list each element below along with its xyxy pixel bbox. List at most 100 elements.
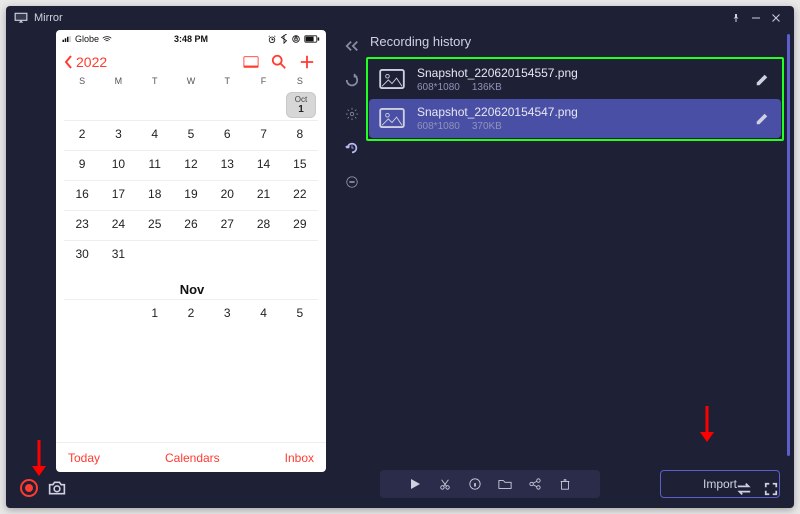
folder-button[interactable] — [497, 476, 513, 492]
phone-carrier: Globe — [75, 34, 99, 44]
minimize-button[interactable] — [746, 8, 766, 28]
weekday-row: SMTWTFS — [56, 76, 326, 90]
calendar-cell[interactable]: 5 — [173, 120, 209, 150]
calendar-cell[interactable]: 11 — [137, 150, 173, 180]
battery-icon — [304, 35, 320, 43]
calendar-cell[interactable]: 13 — [209, 150, 245, 180]
scrollbar[interactable] — [787, 34, 790, 456]
month-label-nov: Nov — [64, 278, 318, 299]
calendar-cell[interactable]: 27 — [209, 210, 245, 240]
calendar-cell[interactable]: 16 — [64, 180, 100, 210]
image-icon — [379, 69, 407, 91]
recording-filename: Snapshot_220620154547.png — [417, 105, 745, 119]
right-sidepanel — [338, 30, 366, 500]
recording-info: 608*1080136KB — [417, 82, 745, 93]
collapse-icon[interactable] — [342, 36, 362, 56]
app-logo-icon — [14, 12, 28, 24]
today-button[interactable]: Today — [68, 451, 100, 465]
calendar-cell[interactable]: 30 — [64, 240, 100, 270]
calendar-cell[interactable] — [173, 240, 209, 270]
month-chip-oct: Oct1 — [286, 92, 316, 118]
titlebar: Mirror — [6, 6, 794, 30]
inbox-button[interactable]: Inbox — [285, 451, 314, 465]
calendar-cell[interactable]: 15 — [282, 150, 318, 180]
calendar-cell[interactable]: 22 — [282, 180, 318, 210]
calendar-cell[interactable]: 25 — [137, 210, 173, 240]
mirror-toolbar — [16, 472, 326, 500]
history-icon[interactable] — [342, 138, 362, 158]
calendar-cell[interactable]: 21 — [245, 180, 281, 210]
recording-history-title: Recording history — [366, 30, 784, 57]
remove-icon[interactable] — [342, 172, 362, 192]
edit-icon[interactable] — [755, 73, 771, 87]
calendar-cell[interactable]: 19 — [173, 180, 209, 210]
close-button[interactable] — [766, 8, 786, 28]
calendar-cell[interactable]: 4 — [137, 120, 173, 150]
info-button[interactable] — [467, 476, 483, 492]
phone-screen: Globe 3:48 PM 2022 — [56, 30, 326, 472]
fullscreen-icon[interactable] — [764, 482, 782, 500]
calendar-header: 2022 — [56, 48, 326, 76]
play-button[interactable] — [407, 476, 423, 492]
calendar-cell[interactable]: 20 — [209, 180, 245, 210]
cut-button[interactable] — [437, 476, 453, 492]
calendar-cell[interactable]: 29 — [282, 210, 318, 240]
calendar-cell[interactable]: 3 — [209, 299, 245, 329]
calendar-body[interactable]: Oct1 23456789101112131415161718192021222… — [56, 90, 326, 442]
calendar-cell[interactable]: 31 — [100, 240, 136, 270]
action-bar — [380, 470, 600, 498]
image-icon — [379, 108, 407, 130]
add-icon[interactable] — [296, 51, 318, 73]
calendar-cell[interactable]: 24 — [100, 210, 136, 240]
calendar-footer: Today Calendars Inbox — [56, 442, 326, 472]
recording-item[interactable]: Snapshot_220620154557.png 608*1080136KB — [369, 60, 781, 99]
settings-icon[interactable] — [342, 104, 362, 124]
calendar-cell[interactable] — [245, 240, 281, 270]
alarm-icon — [267, 35, 277, 43]
calendar-cell[interactable]: 14 — [245, 150, 281, 180]
share-button[interactable] — [527, 476, 543, 492]
recording-info: 608*1080370KB — [417, 121, 745, 132]
calendar-cell[interactable] — [137, 240, 173, 270]
search-icon[interactable] — [268, 51, 290, 73]
calendar-cell[interactable]: 12 — [173, 150, 209, 180]
calendar-cell[interactable] — [100, 299, 136, 329]
recording-item[interactable]: Snapshot_220620154547.png 608*1080370KB — [369, 99, 781, 138]
calendar-cell[interactable]: 28 — [245, 210, 281, 240]
calendars-button[interactable]: Calendars — [165, 451, 220, 465]
annotation-highlight: Snapshot_220620154557.png 608*1080136KB … — [366, 57, 784, 141]
calendar-cell[interactable] — [282, 240, 318, 270]
calendar-cell[interactable]: 10 — [100, 150, 136, 180]
calendar-cell[interactable]: 7 — [245, 120, 281, 150]
recording-history-panel: Recording history Snapshot_220620154557.… — [366, 30, 784, 500]
calendar-cell[interactable]: 9 — [64, 150, 100, 180]
phone-mirror-area: Globe 3:48 PM 2022 — [16, 30, 326, 500]
calendar-cell[interactable]: 8 — [282, 120, 318, 150]
recording-filename: Snapshot_220620154557.png — [417, 66, 745, 80]
calendar-cell[interactable]: 17 — [100, 180, 136, 210]
calendar-cell[interactable]: 1 — [137, 299, 173, 329]
calendar-cell[interactable]: 2 — [173, 299, 209, 329]
calendar-cell[interactable]: 3 — [100, 120, 136, 150]
calendar-cell[interactable] — [209, 240, 245, 270]
back-year-button[interactable]: 2022 — [64, 54, 234, 70]
phone-time: 3:48 PM — [148, 34, 234, 44]
record-button[interactable] — [20, 479, 38, 497]
list-view-icon[interactable] — [240, 51, 262, 73]
delete-button[interactable] — [557, 476, 573, 492]
calendar-cell[interactable]: 18 — [137, 180, 173, 210]
calendar-cell[interactable]: 6 — [209, 120, 245, 150]
calendar-cell[interactable]: 4 — [245, 299, 281, 329]
refresh-icon[interactable] — [342, 70, 362, 90]
edit-icon[interactable] — [755, 112, 771, 126]
calendar-cell[interactable]: 5 — [282, 299, 318, 329]
swap-icon[interactable] — [736, 482, 754, 500]
calendar-cell[interactable]: 26 — [173, 210, 209, 240]
app-title: Mirror — [34, 12, 726, 24]
pin-button[interactable] — [726, 8, 746, 28]
calendar-year: 2022 — [76, 54, 107, 70]
calendar-cell[interactable] — [64, 299, 100, 329]
calendar-cell[interactable]: 23 — [64, 210, 100, 240]
calendar-cell[interactable]: 2 — [64, 120, 100, 150]
camera-button[interactable] — [48, 480, 66, 496]
